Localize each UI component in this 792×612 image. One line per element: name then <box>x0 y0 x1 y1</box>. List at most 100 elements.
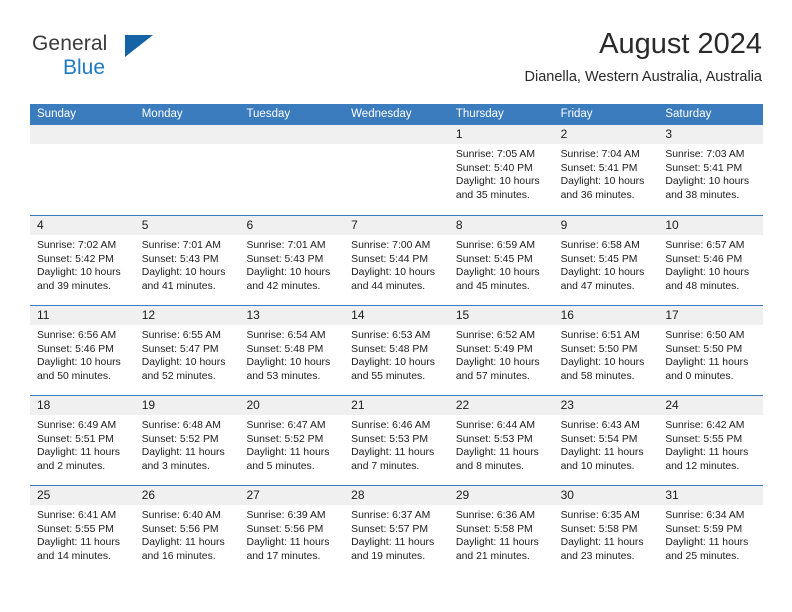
sunset-text: Sunset: 5:45 PM <box>455 253 533 265</box>
sunset-text: Sunset: 5:56 PM <box>141 523 219 535</box>
daylight-text-line2: and 25 minutes. <box>665 550 740 562</box>
day-detail-body: Sunrise: 7:01 AM Sunset: 5:43 PM Daylight:… <box>135 235 240 293</box>
day-cell-14[interactable]: 14 Sunrise: 6:53 AM Sunset: 5:48 PM Dayligh… <box>344 306 449 395</box>
day-cell-empty <box>344 125 449 215</box>
sunrise-text: Sunrise: 6:42 AM <box>665 420 745 431</box>
day-number: 13 <box>246 308 260 322</box>
day-cell-27[interactable]: 27 Sunrise: 6:39 AM Sunset: 5:56 PM Dayligh… <box>239 486 345 575</box>
day-number-band: 4 <box>30 216 135 235</box>
sunrise-text: Sunrise: 6:51 AM <box>560 330 640 341</box>
day-cell-23[interactable]: 23 Sunrise: 6:43 AM Sunset: 5:54 PM Dayligh… <box>553 396 659 485</box>
daylight-text-line1: Daylight: 10 hours <box>455 267 540 279</box>
calendar-grid: Sunday Monday Tuesday Wednesday Thursday Frid… <box>30 104 764 575</box>
daylight-text-line2: and 0 minutes. <box>665 370 734 382</box>
daylight-text-line1: Daylight: 11 hours <box>351 537 435 549</box>
logo-text-blue: Blue <box>63 56 106 79</box>
daylight-text-line1: Daylight: 11 hours <box>141 447 225 459</box>
day-cell-11[interactable]: 11 Sunrise: 6:56 AM Sunset: 5:46 PM Dayligh… <box>30 306 135 395</box>
day-number: 8 <box>455 218 463 232</box>
day-cell-10[interactable]: 10 Sunrise: 6:57 AM Sunset: 5:46 PM Dayligh… <box>658 216 764 305</box>
day-number: 5 <box>141 218 149 232</box>
day-number: 15 <box>455 308 470 322</box>
day-cell-6[interactable]: 6 Sunrise: 7:01 AM Sunset: 5:43 PM Daylight… <box>239 216 345 305</box>
weekday-header-row: Sunday Monday Tuesday Wednesday Thursday Frid… <box>30 104 763 125</box>
sunrise-text: Sunrise: 6:41 AM <box>37 510 117 521</box>
day-cell-30[interactable]: 30 Sunrise: 6:35 AM Sunset: 5:58 PM Dayligh… <box>553 486 659 575</box>
day-number: 16 <box>560 308 574 322</box>
sunrise-text: Sunrise: 6:57 AM <box>665 240 745 251</box>
title-block: August 2024 Dianella, Western Australia,… <box>525 26 763 88</box>
sunset-text: Sunset: 5:55 PM <box>665 433 743 445</box>
sunrise-text: Sunrise: 6:48 AM <box>141 420 221 431</box>
day-cell-7[interactable]: 7 Sunrise: 7:00 AM Sunset: 5:44 PM Daylight… <box>344 216 449 305</box>
daylight-text-line1: Daylight: 11 hours <box>351 447 435 459</box>
day-cell-empty <box>239 125 345 215</box>
sunrise-text: Sunrise: 7:03 AM <box>665 149 745 160</box>
day-cell-3[interactable]: 3 Sunrise: 7:03 AM Sunset: 5:41 PM Daylight… <box>658 125 764 215</box>
day-cell-26[interactable]: 26 Sunrise: 6:40 AM Sunset: 5:56 PM Dayligh… <box>134 486 240 575</box>
day-cell-9[interactable]: 9 Sunrise: 6:58 AM Sunset: 5:45 PM Daylight… <box>553 216 659 305</box>
sunrise-text: Sunrise: 6:53 AM <box>351 330 431 341</box>
day-number-band: 24 <box>658 396 764 415</box>
daylight-text-line2: and 7 minutes. <box>351 460 420 472</box>
day-cell-17[interactable]: 17 Sunrise: 6:50 AM Sunset: 5:50 PM Dayligh… <box>658 306 764 395</box>
day-number-band: 28 <box>344 486 449 505</box>
day-cell-5[interactable]: 5 Sunrise: 7:01 AM Sunset: 5:43 PM Daylight… <box>134 216 240 305</box>
day-cell-25[interactable]: 25 Sunrise: 6:41 AM Sunset: 5:55 PM Dayligh… <box>30 486 135 575</box>
sunset-text: Sunset: 5:55 PM <box>37 523 114 535</box>
daylight-text-line1: Daylight: 11 hours <box>37 537 120 549</box>
day-cell-12[interactable]: 12 Sunrise: 6:55 AM Sunset: 5:47 PM Dayligh… <box>134 306 240 395</box>
day-number-band: 8 <box>448 216 554 235</box>
calendar-week-row: 18 Sunrise: 6:49 AM Sunset: 5:51 PM Dayligh… <box>30 395 764 485</box>
day-cell-4[interactable]: 4 Sunrise: 7:02 AM Sunset: 5:42 PM Daylight… <box>30 216 135 305</box>
sunset-text: Sunset: 5:57 PM <box>351 523 428 535</box>
sunrise-text: Sunrise: 6:55 AM <box>141 330 221 341</box>
day-cell-22[interactable]: 22 Sunrise: 6:44 AM Sunset: 5:53 PM Dayligh… <box>448 396 554 485</box>
day-detail-body: Sunrise: 6:50 AM Sunset: 5:50 PM Daylight:… <box>658 325 763 383</box>
day-number: 20 <box>246 398 260 412</box>
daylight-text-line2: and 23 minutes. <box>560 550 635 562</box>
daylight-text-line1: Daylight: 11 hours <box>665 357 749 369</box>
daylight-text-line2: and 50 minutes. <box>37 370 111 382</box>
day-detail-body: Sunrise: 7:05 AM Sunset: 5:40 PM Daylight:… <box>449 144 554 202</box>
sunset-text: Sunset: 5:40 PM <box>455 162 533 174</box>
day-cell-1[interactable]: 1 Sunrise: 7:05 AM Sunset: 5:40 PM Daylight… <box>448 125 554 215</box>
sunrise-text: Sunrise: 6:56 AM <box>37 330 117 341</box>
day-cell-21[interactable]: 21 Sunrise: 6:46 AM Sunset: 5:53 PM Dayligh… <box>344 396 449 485</box>
day-cell-13[interactable]: 13 Sunrise: 6:54 AM Sunset: 5:48 PM Dayligh… <box>239 306 345 395</box>
day-detail-body: Sunrise: 6:35 AM Sunset: 5:58 PM Daylight:… <box>554 505 659 563</box>
sunset-text: Sunset: 5:53 PM <box>351 433 428 445</box>
day-detail-body: Sunrise: 6:40 AM Sunset: 5:56 PM Daylight:… <box>135 505 240 563</box>
daylight-text-line2: and 2 minutes. <box>37 460 106 472</box>
day-number: 27 <box>246 488 260 502</box>
day-cell-15[interactable]: 15 Sunrise: 6:52 AM Sunset: 5:49 PM Dayligh… <box>448 306 554 395</box>
day-cell-2[interactable]: 2 Sunrise: 7:04 AM Sunset: 5:41 PM Daylight… <box>553 125 659 215</box>
day-cell-16[interactable]: 16 Sunrise: 6:51 AM Sunset: 5:50 PM Dayligh… <box>553 306 659 395</box>
sunset-text: Sunset: 5:50 PM <box>560 343 638 355</box>
day-number-band: 19 <box>134 396 240 415</box>
sunrise-text: Sunrise: 6:46 AM <box>351 420 431 431</box>
day-detail-body <box>239 144 344 148</box>
day-cell-31[interactable]: 31 Sunrise: 6:34 AM Sunset: 5:59 PM Dayligh… <box>658 486 764 575</box>
sunset-text: Sunset: 5:41 PM <box>665 162 743 174</box>
day-number-band: 23 <box>553 396 659 415</box>
day-detail-body: Sunrise: 6:59 AM Sunset: 5:45 PM Daylight:… <box>449 235 554 293</box>
daylight-text-line2: and 17 minutes. <box>246 550 321 562</box>
daylight-text-line1: Daylight: 11 hours <box>560 447 644 459</box>
day-detail-body: Sunrise: 6:55 AM Sunset: 5:47 PM Daylight:… <box>135 325 240 383</box>
day-cell-19[interactable]: 19 Sunrise: 6:48 AM Sunset: 5:52 PM Dayligh… <box>134 396 240 485</box>
day-number-band: 18 <box>30 396 135 415</box>
day-cell-20[interactable]: 20 Sunrise: 6:47 AM Sunset: 5:52 PM Dayligh… <box>239 396 345 485</box>
sunset-text: Sunset: 5:45 PM <box>560 253 638 265</box>
day-cell-8[interactable]: 8 Sunrise: 6:59 AM Sunset: 5:45 PM Daylight… <box>448 216 554 305</box>
day-detail-body: Sunrise: 6:36 AM Sunset: 5:58 PM Daylight:… <box>449 505 554 563</box>
day-cell-18[interactable]: 18 Sunrise: 6:49 AM Sunset: 5:51 PM Dayligh… <box>30 396 135 485</box>
day-number: 3 <box>665 127 672 141</box>
day-number-band: 17 <box>658 306 764 325</box>
general-blue-logo[interactable]: General Blue <box>32 32 172 90</box>
day-detail-body: Sunrise: 6:41 AM Sunset: 5:55 PM Daylight:… <box>30 505 135 563</box>
day-cell-24[interactable]: 24 Sunrise: 6:42 AM Sunset: 5:55 PM Dayligh… <box>658 396 764 485</box>
sunset-text: Sunset: 5:56 PM <box>246 523 324 535</box>
day-cell-28[interactable]: 28 Sunrise: 6:37 AM Sunset: 5:57 PM Dayligh… <box>344 486 449 575</box>
day-cell-29[interactable]: 29 Sunrise: 6:36 AM Sunset: 5:58 PM Dayligh… <box>448 486 554 575</box>
